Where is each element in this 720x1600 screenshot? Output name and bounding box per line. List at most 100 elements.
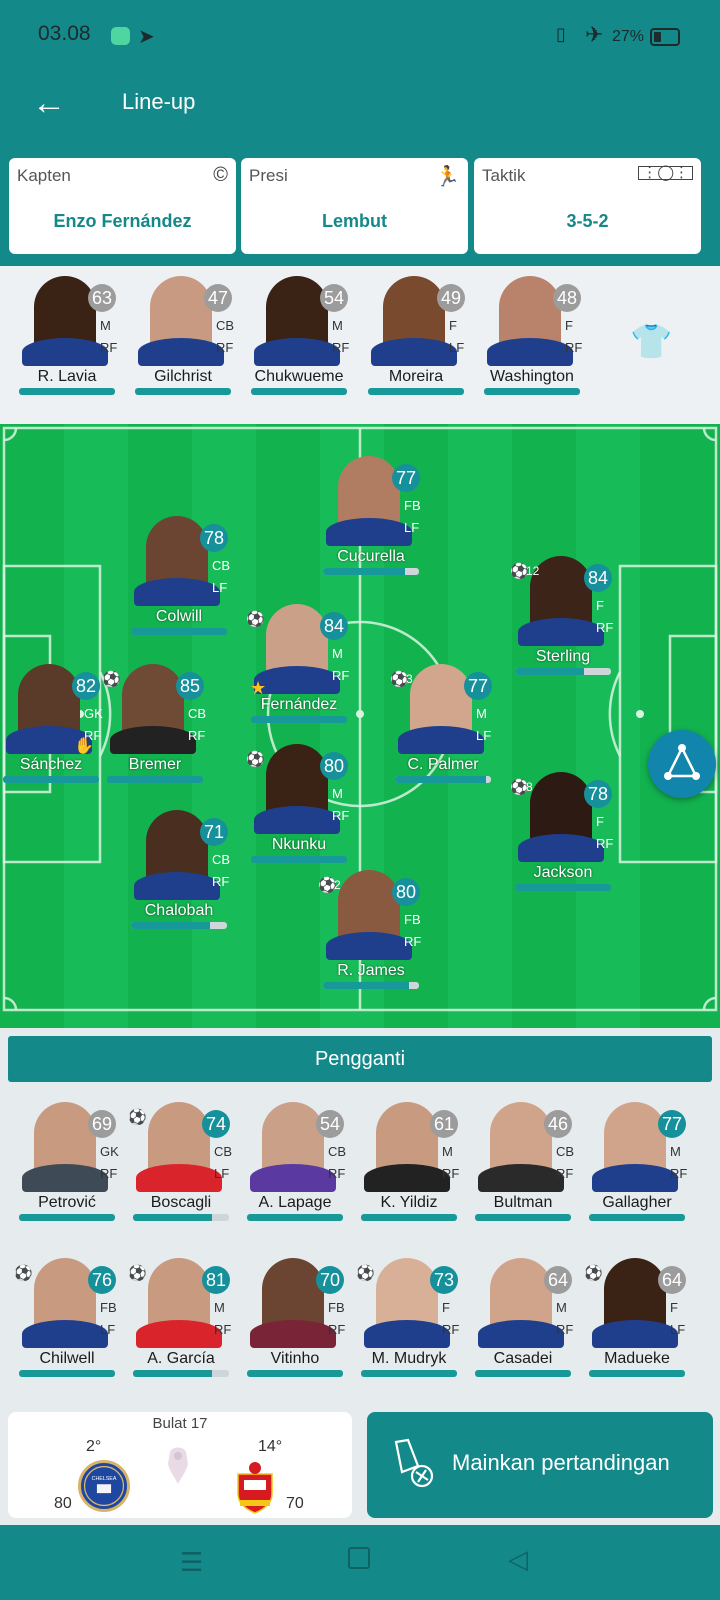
captain-label: Kapten [17, 166, 71, 185]
ball-icon: ⚽ [584, 1265, 603, 1282]
player-rating: 64 [544, 1266, 572, 1294]
player-card[interactable]: 77 M RF Gallagher [578, 1098, 696, 1230]
stamina-bar [19, 388, 115, 395]
player-card[interactable]: 77 M LF C. Palmer ⚽ 3 [384, 660, 502, 792]
player-card[interactable]: 63 M RF R. Lavia [8, 272, 126, 404]
formation-fab-button[interactable] [648, 730, 716, 798]
player-rating: 85 [176, 672, 204, 700]
player-foot: LF [449, 340, 465, 355]
player-position: GK [100, 1144, 119, 1159]
ball-icon: ⚽ [102, 671, 121, 688]
player-card[interactable]: 61 M RF K. Yildiz [350, 1098, 468, 1230]
away-rating: 70 [286, 1495, 304, 1512]
player-foot: RF [442, 1322, 460, 1337]
player-card[interactable]: 48 F RF Washington [473, 272, 591, 404]
player-name: Vitinho [270, 1350, 320, 1367]
stamina-bar [361, 1370, 457, 1377]
stamina-bar [361, 1214, 457, 1221]
player-kit [254, 806, 340, 834]
player-kit [326, 932, 412, 960]
pitch-icon: ⋮◯⋮ [638, 165, 693, 180]
player-rating: 46 [544, 1110, 572, 1138]
player-card[interactable]: 47 CB RF Gilchrist [124, 272, 242, 404]
player-card[interactable]: 64 F LF Madueke ⚽ [578, 1254, 696, 1386]
stamina-bar [484, 388, 580, 395]
player-card[interactable]: 64 M RF Casadei [464, 1254, 582, 1386]
stamina-bar [135, 388, 231, 395]
pressing-value: Lembut [322, 211, 387, 231]
player-card[interactable]: 85 CB RF Bremer ⚽ [96, 660, 214, 792]
player-card[interactable]: 74 CB LF Boscagli ⚽ [122, 1098, 240, 1230]
player-kit [134, 578, 220, 606]
goal-count: 2 [334, 878, 341, 892]
player-name: Colwill [155, 608, 203, 625]
play-match-label: Mainkan pertandingan [452, 1450, 670, 1475]
player-foot: LF [214, 1166, 230, 1181]
pressing-card[interactable]: Presi 🏃 Lembut [241, 158, 468, 254]
stamina-bar [133, 1370, 229, 1377]
player-foot: RF [332, 668, 350, 683]
player-card[interactable]: 81 M RF A. García ⚽ [122, 1254, 240, 1386]
shirt-icon[interactable]: 👕 [630, 322, 672, 362]
player-position: CB [216, 318, 235, 333]
player-rating: 54 [316, 1110, 344, 1138]
player-card[interactable]: 76 FB LF Chilwell ⚽ [8, 1254, 126, 1386]
home-icon[interactable] [348, 1547, 370, 1569]
player-position: M [476, 706, 487, 721]
player-card[interactable]: 54 M RF Chukwueme [240, 272, 358, 404]
captain-card[interactable]: Kapten © Enzo Fernández [9, 158, 236, 254]
player-card[interactable]: 71 CB RF Chalobah [120, 806, 238, 938]
goal-count: 12 [526, 564, 540, 578]
stamina-bar [323, 568, 419, 575]
nav-back-icon[interactable]: ◁ [508, 1544, 528, 1575]
player-foot: RF [565, 340, 583, 355]
player-card[interactable]: 78 CB LF Colwill [120, 512, 238, 644]
player-card[interactable]: 80 M RF Nkunku ⚽ [240, 740, 358, 872]
back-arrow-icon[interactable]: ← [26, 84, 72, 124]
player-name: R. James [337, 962, 405, 979]
tactic-label: Taktik [482, 166, 526, 185]
battery-icon [650, 28, 680, 46]
player-name: Sterling [535, 648, 591, 665]
player-rating: 84 [320, 612, 348, 640]
player-foot: RF [216, 340, 234, 355]
player-position: FB [100, 1300, 117, 1315]
player-card[interactable]: 73 F RF M. Mudryk ⚽ [350, 1254, 468, 1386]
player-card[interactable]: 69 GK RF Petrović [8, 1098, 126, 1230]
player-card[interactable]: 54 CB RF A. Lapage [236, 1098, 354, 1230]
player-rating: 61 [430, 1110, 458, 1138]
captain-star-icon: ★ [250, 678, 267, 698]
player-card[interactable]: 46 CB RF Bultman [464, 1098, 582, 1230]
player-card[interactable]: 84 F RF Sterling ⚽ 12 [504, 552, 622, 684]
player-foot: RF [214, 1322, 232, 1337]
player-position: CB [212, 852, 231, 867]
player-position: CB [328, 1144, 347, 1159]
player-card[interactable]: 77 FB LF Cucurella [312, 452, 430, 584]
player-card[interactable]: 84 M RF Fernández ⚽ ★ [240, 600, 358, 732]
goalkeeper-glove-icon: ✋ [74, 738, 94, 755]
southampton-crest-icon [237, 1462, 273, 1514]
player-card[interactable]: 78 F RF Jackson ⚽ 8 [504, 768, 622, 900]
player-name: Nkunku [271, 836, 327, 853]
app-bar [0, 72, 720, 152]
player-card[interactable]: 49 F LF Moreira [357, 272, 475, 404]
stamina-bar [395, 776, 491, 783]
stamina-bar [3, 776, 99, 783]
player-position: CB [212, 558, 231, 573]
player-card[interactable]: 70 FB RF Vitinho [236, 1254, 354, 1386]
player-name: Chalobah [144, 902, 214, 919]
tactic-card[interactable]: Taktik ⋮◯⋮ 3-5-2 [474, 158, 701, 254]
player-rating: 64 [658, 1266, 686, 1294]
player-rating: 63 [88, 284, 116, 312]
player-card[interactable]: 80 FB RF R. James ⚽ 2 [312, 866, 430, 998]
recent-apps-icon[interactable]: ☰ [180, 1547, 203, 1578]
chelsea-crest-icon: CHELSEA [78, 1460, 130, 1512]
ball-icon: ⚽ [128, 1109, 147, 1126]
tactic-value: 3-5-2 [566, 211, 609, 231]
player-foot: LF [670, 1322, 686, 1337]
player-name: R. Lavia [37, 368, 97, 385]
player-kit [364, 1164, 450, 1192]
player-position: M [332, 646, 343, 661]
stamina-bar [131, 628, 227, 635]
player-kit [250, 1320, 336, 1348]
